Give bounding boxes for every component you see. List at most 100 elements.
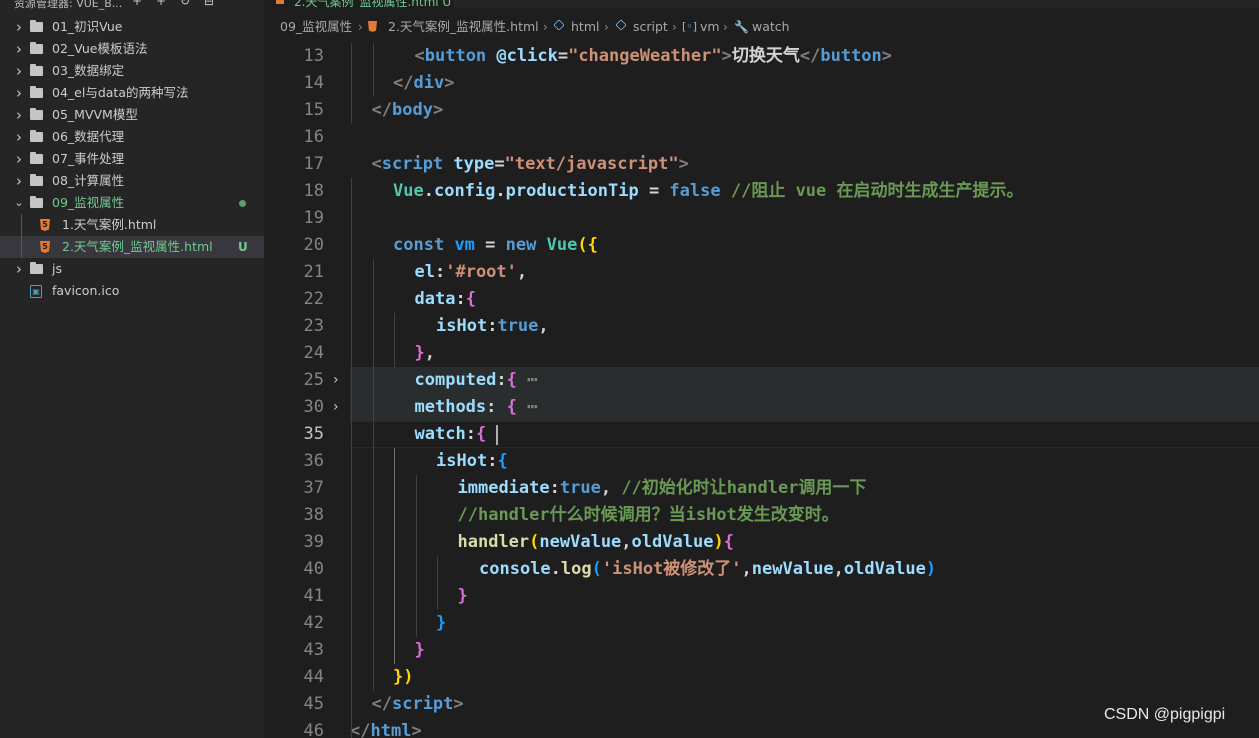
chevron-down-icon: ⌄ bbox=[14, 196, 24, 209]
tree-item[interactable]: › js bbox=[0, 258, 264, 280]
chevron-right-icon: › bbox=[16, 150, 22, 168]
line-number: 19 bbox=[303, 207, 324, 228]
modified-dot-icon bbox=[239, 200, 246, 207]
tree-item[interactable]: › 04_el与data的两种写法 bbox=[0, 82, 264, 104]
variable-icon: [◦] bbox=[682, 20, 698, 33]
chevron-right-icon: › bbox=[16, 106, 22, 124]
current-line-highlight bbox=[350, 420, 1259, 448]
line-number: 39 bbox=[303, 531, 324, 552]
breadcrumb-watch[interactable]: watch bbox=[752, 14, 790, 40]
line-number: 25 bbox=[303, 369, 324, 390]
code-line: //handler什么时候调用？当isHot发生改变时。 bbox=[457, 504, 839, 525]
code-line: </html> bbox=[350, 720, 422, 738]
code-line: computed:{ ⋯ bbox=[414, 369, 538, 390]
folder-icon bbox=[30, 262, 43, 274]
code-line: </div> bbox=[393, 72, 455, 93]
code-line: console.log('isHot被修改了',newValue,oldValu… bbox=[479, 558, 937, 579]
folder-icon bbox=[30, 152, 43, 164]
folder-icon bbox=[30, 196, 43, 208]
tree-item[interactable]: › 06_数据代理 bbox=[0, 126, 264, 148]
indent-guide bbox=[394, 447, 395, 664]
watermark: CSDN @pigpigpi bbox=[1104, 706, 1226, 723]
tree-item-label: 05_MVVM模型 bbox=[52, 107, 138, 122]
collapse-all-icon[interactable]: ⊟ bbox=[202, 0, 216, 8]
chevron-right-icon: › bbox=[604, 20, 609, 34]
code-line: const vm = new Vue({ bbox=[393, 234, 598, 255]
line-number: 20 bbox=[303, 234, 324, 255]
tree-indent-guide bbox=[21, 214, 22, 258]
image-file-icon: ▣ bbox=[30, 285, 42, 298]
code-line: methods: { ⋯ bbox=[414, 396, 538, 417]
breadcrumb-html[interactable]: html bbox=[571, 14, 599, 40]
chevron-right-icon: › bbox=[16, 260, 22, 278]
indent-guide bbox=[372, 42, 374, 97]
chevron-right-icon: › bbox=[16, 40, 22, 58]
text-cursor bbox=[496, 424, 498, 445]
breadcrumb-folder[interactable]: 09_监视属性 bbox=[280, 14, 352, 40]
line-number: 42 bbox=[303, 612, 324, 633]
tree-item[interactable]: ⌄ 09_监视属性 bbox=[0, 192, 264, 214]
line-number: 46 bbox=[303, 720, 324, 738]
line-number: 13 bbox=[303, 45, 324, 66]
chevron-right-icon: › bbox=[16, 84, 22, 102]
code-line: }, bbox=[414, 342, 436, 363]
line-number: 38 bbox=[303, 504, 324, 525]
line-number: 23 bbox=[303, 315, 324, 336]
line-number: 21 bbox=[303, 261, 324, 282]
code-editor[interactable]: 13 <button @click="changeWeather">切换天气</b… bbox=[264, 41, 1259, 738]
tree-item-label: 03_数据绑定 bbox=[52, 63, 125, 78]
tree-item[interactable]: › 01_初识Vue bbox=[0, 16, 264, 38]
tree-item[interactable]: › 03_数据绑定 bbox=[0, 60, 264, 82]
tree-item[interactable]: 5 1.天气案例.html bbox=[0, 214, 264, 236]
tree-item-label: favicon.ico bbox=[52, 283, 120, 298]
folder-icon bbox=[30, 130, 43, 142]
fold-chevron-icon[interactable]: › bbox=[333, 367, 339, 394]
breadcrumb-vm[interactable]: vm bbox=[700, 14, 720, 40]
breadcrumb-file[interactable]: 2.天气案例_监视属性.html bbox=[388, 14, 539, 40]
code-line: } bbox=[414, 639, 425, 660]
tree-item-label: 06_数据代理 bbox=[52, 129, 125, 144]
tree-item[interactable]: › 08_计算属性 bbox=[0, 170, 264, 192]
code-line: } bbox=[436, 612, 447, 633]
folder-icon bbox=[30, 86, 43, 98]
chevron-right-icon: › bbox=[16, 172, 22, 190]
tree-item[interactable]: 5 2.天气案例_监视属性.html U bbox=[0, 236, 264, 258]
git-status-badge: U bbox=[238, 240, 248, 254]
explorer-title: 资源管理器: VUE_B... bbox=[14, 0, 123, 10]
line-number: 14 bbox=[303, 72, 324, 93]
chevron-right-icon: › bbox=[16, 128, 22, 146]
tree-item-label: js bbox=[52, 261, 62, 276]
line-number: 45 bbox=[303, 693, 324, 714]
indent-guide bbox=[437, 555, 438, 610]
fold-chevron-icon[interactable]: › bbox=[333, 394, 339, 421]
code-line: isHot:true, bbox=[436, 315, 549, 336]
line-number: 40 bbox=[303, 558, 324, 579]
refresh-icon[interactable]: ↻ bbox=[178, 0, 192, 8]
new-file-icon[interactable]: + bbox=[130, 0, 144, 8]
code-line: isHot:{ bbox=[436, 450, 508, 471]
tree-item[interactable]: › 07_事件处理 bbox=[0, 148, 264, 170]
tree-item-label: 07_事件处理 bbox=[52, 151, 125, 166]
line-number: 17 bbox=[303, 153, 324, 174]
indent-guide bbox=[415, 474, 417, 637]
chevron-right-icon: › bbox=[16, 18, 22, 36]
indent-guide bbox=[351, 42, 352, 124]
line-number: 44 bbox=[303, 666, 324, 687]
explorer-header: 资源管理器: VUE_B... + + ↻ ⊟ bbox=[0, 0, 264, 14]
tree-item-label: 04_el与data的两种写法 bbox=[52, 85, 189, 100]
chevron-right-icon: › bbox=[672, 20, 677, 34]
breadcrumb: 09_监视属性 › 2.天气案例_监视属性.html › html › scri… bbox=[264, 14, 1259, 40]
chevron-right-icon: › bbox=[723, 20, 728, 34]
line-number: 30 bbox=[303, 396, 324, 417]
new-folder-icon[interactable]: + bbox=[154, 0, 168, 8]
line-number: 15 bbox=[303, 99, 324, 120]
code-line: watch:{ bbox=[414, 423, 487, 444]
breadcrumb-script[interactable]: script bbox=[633, 14, 668, 40]
tree-item[interactable]: › 02_Vue模板语法 bbox=[0, 38, 264, 60]
tree-item-label: 02_Vue模板语法 bbox=[52, 41, 148, 56]
tree-item[interactable]: › 05_MVVM模型 bbox=[0, 104, 264, 126]
tab-active-file[interactable]: 2.天气案例_监视属性.html U bbox=[264, 0, 454, 8]
cube-icon bbox=[615, 19, 627, 31]
html5-icon bbox=[368, 21, 377, 32]
tree-item[interactable]: ▣ favicon.ico bbox=[0, 280, 264, 302]
